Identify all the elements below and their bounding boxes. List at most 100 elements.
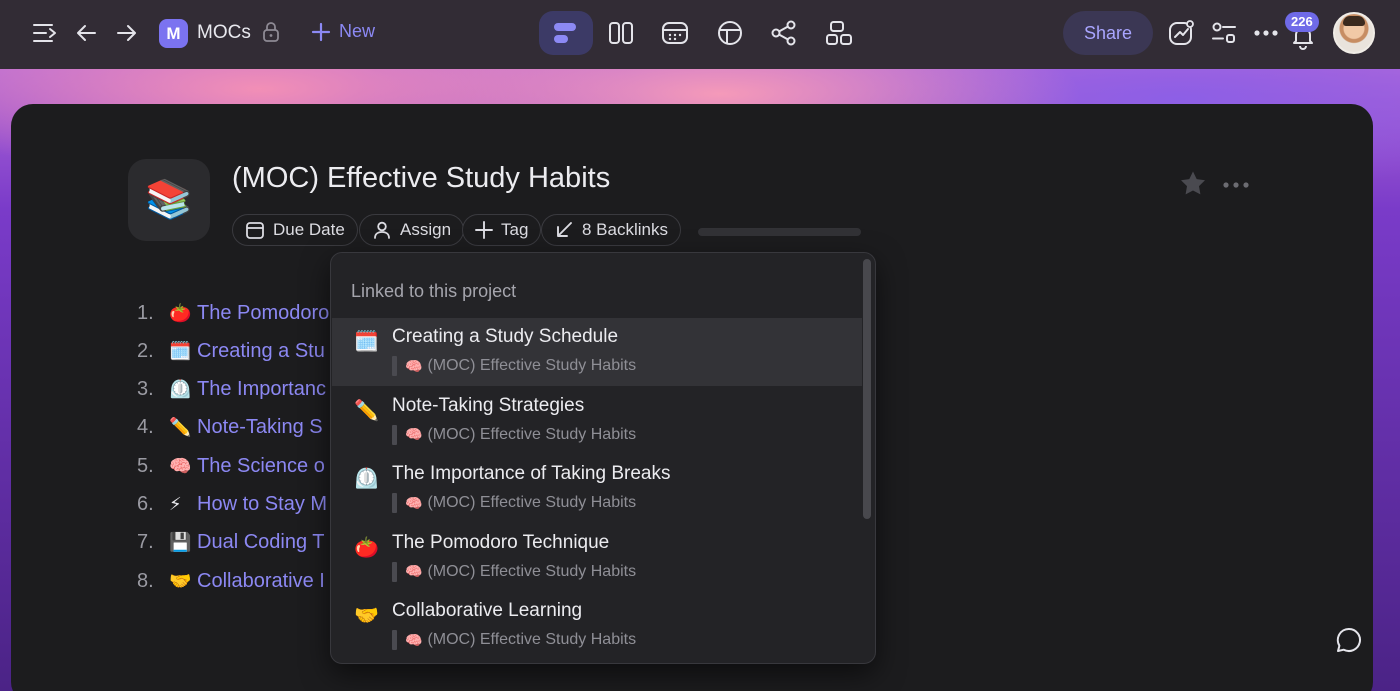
backlink-item[interactable]: ✏️ Note-Taking Strategies 🧠 (MOC) Effective… [332, 387, 862, 455]
notification-count-badge[interactable]: 226 [1285, 12, 1319, 32]
backlink-parent: 🧠 (MOC) Effective Study Habits [392, 356, 636, 376]
list-emoji-icon: ✏️ [169, 417, 192, 438]
brain-icon: 🧠 [405, 357, 423, 374]
backlink-parent: 🧠 (MOC) Effective Study Habits [392, 493, 636, 513]
list-view-icon[interactable] [551, 18, 581, 48]
table-view-icon[interactable] [715, 18, 745, 48]
list-emoji-icon: 🍅 [169, 302, 192, 323]
assign-label: Assign [400, 220, 452, 239]
list-link[interactable]: Collaborative I [197, 570, 325, 593]
calendar-view-icon[interactable] [660, 18, 690, 48]
popover-scrollbar[interactable] [863, 259, 871, 519]
new-button[interactable]: New [311, 21, 375, 42]
menu-collapse-icon[interactable] [30, 18, 60, 48]
list-emoji-icon: ⏲️ [169, 379, 192, 400]
backlink-emoji-icon: ⏲️ [354, 468, 379, 490]
list-item[interactable]: 7. 💾 Dual Coding T [137, 529, 324, 557]
person-icon [374, 221, 390, 239]
workspace-badge[interactable]: M [159, 19, 188, 48]
list-link[interactable]: The Pomodoro [197, 302, 329, 325]
list-number: 3. [137, 378, 154, 401]
graph-view-icon[interactable] [769, 18, 799, 48]
progress-bar [698, 228, 861, 236]
list-link[interactable]: Note-Taking S [197, 416, 323, 439]
canvas-view-icon[interactable] [824, 18, 854, 48]
list-item[interactable]: 8. 🤝 Collaborative I [137, 567, 325, 595]
backlink-title: Note-Taking Strategies [392, 394, 585, 416]
parent-indicator-bar [392, 493, 397, 513]
backlink-item[interactable]: 🗓️ Creating a Study Schedule 🧠 (MOC) Effect… [332, 318, 862, 386]
list-link[interactable]: Creating a Stu [197, 340, 325, 363]
list-emoji-icon: 🗓️ [169, 340, 192, 361]
top-bar: M MOCs New Share 226 [0, 0, 1400, 69]
backlink-title: Creating a Study Schedule [392, 326, 619, 347]
avatar[interactable] [1333, 12, 1375, 54]
filter-settings-icon[interactable] [1209, 18, 1239, 48]
arrow-down-left-icon [557, 222, 572, 237]
tag-chip[interactable]: Tag [462, 214, 542, 246]
list-item[interactable]: 3. ⏲️ The Importanc [137, 376, 326, 404]
workspace-name[interactable]: MOCs [197, 22, 251, 44]
backlink-parent-name: (MOC) Effective Study Habits [427, 494, 637, 511]
backlink-title: The Pomodoro Technique [392, 531, 610, 553]
backlink-emoji-icon: 🍅 [354, 536, 379, 559]
list-link[interactable]: Dual Coding T [197, 531, 324, 554]
document-emoji-icon[interactable]: 📚 [128, 159, 210, 241]
forward-arrow-icon[interactable] [112, 18, 142, 48]
backlink-title: Collaborative Learning [392, 600, 583, 621]
backlink-title: The Importance of Taking Breaks [392, 463, 671, 484]
list-number: 8. [137, 569, 154, 592]
more-horizontal-icon[interactable] [1251, 18, 1281, 48]
assign-chip[interactable]: Assign [359, 214, 465, 246]
list-number: 1. [137, 301, 154, 324]
lock-icon [262, 21, 280, 48]
due-date-label: Due Date [273, 220, 345, 239]
comment-icon[interactable] [1335, 626, 1363, 659]
document-more-icon[interactable] [1222, 176, 1250, 194]
popover-heading: Linked to this project [351, 281, 517, 301]
list-link[interactable]: The Importanc [197, 378, 326, 401]
analytics-icon[interactable] [1166, 18, 1196, 48]
backlink-item[interactable]: ⏲️ The Importance of Taking Breaks 🧠 (MOC) … [332, 455, 862, 523]
plus-icon [475, 221, 493, 239]
brain-icon: 🧠 [405, 494, 423, 511]
backlinks-label: 8 Backlinks [582, 220, 668, 239]
parent-indicator-bar [392, 630, 397, 650]
back-arrow-icon[interactable] [71, 18, 101, 48]
list-number: 7. [137, 531, 154, 554]
list-item[interactable]: 6. ⚡ How to Stay M [137, 491, 327, 519]
parent-indicator-bar [392, 561, 397, 582]
backlink-parent-name: (MOC) Effective Study Habits [427, 631, 637, 648]
list-emoji-icon: 🧠 [169, 455, 192, 476]
page-title[interactable]: (MOC) Effective Study Habits [232, 162, 610, 195]
list-emoji-icon: 🤝 [169, 570, 192, 591]
list-item[interactable]: 2. 🗓️ Creating a Stu [137, 337, 325, 365]
backlink-parent-name: (MOC) Effective Study Habits [427, 357, 637, 374]
list-number: 2. [137, 339, 154, 362]
board-view-icon[interactable] [606, 18, 636, 48]
calendar-icon [246, 222, 264, 239]
backlink-emoji-icon: ✏️ [354, 399, 379, 422]
list-link[interactable]: How to Stay M [197, 493, 327, 516]
share-button[interactable]: Share [1063, 11, 1153, 55]
list-item[interactable]: 1. 🍅 The Pomodoro [137, 299, 329, 327]
brain-icon: 🧠 [405, 426, 423, 442]
due-date-chip[interactable]: Due Date [232, 214, 358, 246]
brain-icon: 🧠 [405, 631, 423, 648]
list-item[interactable]: 5. 🧠 The Science o [137, 452, 325, 480]
parent-indicator-bar [392, 356, 397, 376]
backlinks-popover: Linked to this project 🗓️ Creating a Stud… [330, 252, 876, 664]
star-icon[interactable] [1179, 170, 1207, 202]
backlink-item[interactable]: 🤝 Collaborative Learning 🧠 (MOC) Effective … [332, 592, 862, 660]
list-link[interactable]: The Science o [197, 455, 325, 478]
backlinks-chip[interactable]: 8 Backlinks [541, 214, 681, 246]
list-number: 5. [137, 454, 154, 477]
list-number: 6. [137, 493, 154, 515]
parent-indicator-bar [392, 424, 397, 445]
brain-icon: 🧠 [405, 563, 423, 579]
backlink-item[interactable]: 🍅 The Pomodoro Technique 🧠 (MOC) Effective … [332, 524, 862, 592]
backlink-emoji-icon: 🗓️ [354, 331, 379, 353]
backlink-parent: 🧠 (MOC) Effective Study Habits [392, 561, 636, 582]
list-item[interactable]: 4. ✏️ Note-Taking S [137, 414, 323, 442]
backlink-parent: 🧠 (MOC) Effective Study Habits [392, 630, 636, 650]
